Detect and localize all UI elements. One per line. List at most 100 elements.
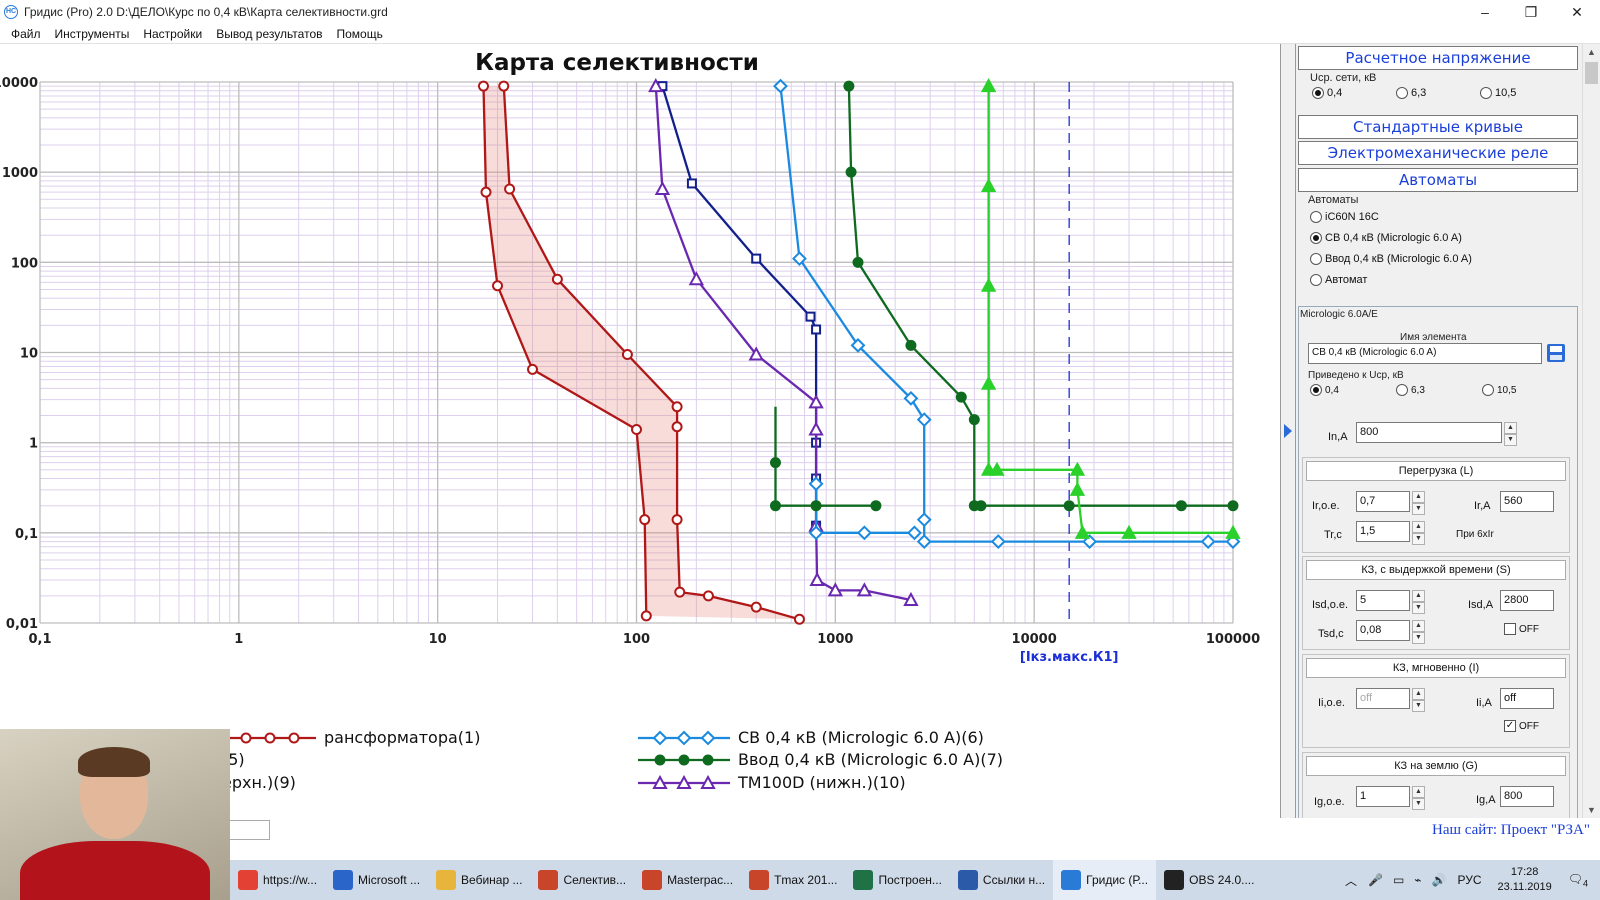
y-tick-label: 100 — [11, 256, 38, 271]
bottom-input[interactable] — [225, 820, 270, 840]
menu-file[interactable]: Файл — [4, 27, 48, 41]
ig-oe-spinner[interactable]: ▲ ▼ — [1412, 786, 1425, 810]
breaker-radio-sv[interactable]: СВ 0,4 кВ (Micrologic 6.0 A) — [1310, 232, 1462, 244]
breaker-radio-vvod[interactable]: Ввод 0,4 кВ (Micrologic 6.0 A) — [1310, 253, 1472, 265]
legend-item: Ввод 0,4 кВ (Micrologic 6.0 A)(7) — [636, 750, 1003, 769]
menu-help[interactable]: Помощь — [330, 27, 390, 41]
isd-a-input[interactable]: 2800 — [1500, 590, 1554, 611]
voltage-radio-0.4[interactable]: 0,4 — [1312, 87, 1342, 99]
radio-dot — [1312, 87, 1324, 99]
voltage-radio-6.3[interactable]: 6,3 — [1396, 87, 1426, 99]
menu-settings[interactable]: Настройки — [136, 27, 209, 41]
taskbar-item[interactable]: Tmax 201... — [741, 860, 845, 900]
tsd-off-checkbox[interactable]: OFF — [1504, 623, 1539, 635]
taskbar-item[interactable]: https://w... — [230, 860, 325, 900]
scroll-down-icon[interactable]: ▼ — [1583, 802, 1600, 818]
breakers-button[interactable]: Автоматы — [1298, 168, 1578, 192]
selectivity-chart[interactable]: Карта селективности0,1 1 10 100 1000 10000 100… — [0, 44, 1280, 734]
ir-a-label: Ir,A — [1474, 500, 1491, 512]
language-indicator[interactable]: РУС — [1457, 873, 1481, 887]
scroll-thumb[interactable] — [1585, 62, 1598, 84]
settings-panel: Расчетное напряжение Uср. сети, кВ 0,4 6… — [1296, 44, 1582, 818]
checkbox-box — [1504, 623, 1516, 635]
reduced-radio-10.5[interactable]: 10,5 — [1482, 384, 1516, 396]
taskbar-item[interactable]: Ссылки н... — [950, 860, 1053, 900]
taskbar-item[interactable]: Вебинар ... — [428, 860, 530, 900]
ig-oe-input[interactable]: 1 — [1356, 786, 1410, 807]
series-point — [769, 500, 781, 512]
expand-arrow-icon[interactable] — [1284, 424, 1292, 438]
taskbar-item[interactable]: Построен... — [845, 860, 949, 900]
standard-curves-button[interactable]: Стандартные кривые — [1298, 115, 1578, 139]
ig-a-input[interactable]: 800 — [1500, 786, 1554, 807]
ii-oe-spinner[interactable]: ▲ ▼ — [1412, 688, 1425, 712]
voltage-header-button[interactable]: Расчетное напряжение — [1298, 46, 1578, 70]
tsd-input[interactable]: 0,08 — [1356, 620, 1410, 641]
series-point — [975, 500, 987, 512]
panel-splitter[interactable] — [1280, 44, 1296, 818]
microphone-icon[interactable]: 🎤 — [1368, 873, 1383, 887]
breaker-radio-ic60n[interactable]: iC60N 16C — [1310, 211, 1379, 223]
taskbar-item[interactable]: Селектив... — [530, 860, 634, 900]
taskbar-item[interactable]: Microsoft ... — [325, 860, 428, 900]
isd-oe-spinner[interactable]: ▲ ▼ — [1412, 590, 1425, 614]
relays-button[interactable]: Электромеханические реле — [1298, 141, 1578, 165]
presenter-hair — [78, 747, 150, 777]
taskbar-item[interactable]: Гридис (Р... — [1053, 860, 1157, 900]
close-button[interactable]: ✕ — [1554, 0, 1600, 24]
menu-tools[interactable]: Инструменты — [48, 27, 137, 41]
chevron-up-icon[interactable]: ︿ — [1345, 872, 1357, 889]
series-point — [551, 273, 563, 285]
in-input[interactable]: 800 — [1356, 422, 1502, 443]
webcam-overlay — [0, 729, 230, 900]
radio-label: 6,3 — [1411, 384, 1425, 396]
checkbox-box: ✓ — [1504, 720, 1516, 732]
menu-output[interactable]: Вывод результатов — [209, 27, 329, 41]
taskbar-item-label: Ссылки н... — [982, 873, 1046, 887]
series-point — [905, 339, 917, 351]
taskbar-item-label: Построен... — [878, 873, 942, 887]
ir-a-input[interactable]: 560 — [1500, 491, 1554, 512]
x-tick-label: 1000 — [817, 632, 853, 647]
tsd-spinner[interactable]: ▲ ▼ — [1412, 620, 1425, 644]
series-point — [811, 324, 822, 335]
breaker-radio-avtomat[interactable]: Автомат — [1310, 274, 1367, 286]
clock[interactable]: 17:28 23.11.2019 — [1498, 865, 1552, 895]
battery-icon[interactable]: ▭ — [1393, 873, 1404, 887]
tr-label: Tr,c — [1324, 529, 1342, 541]
radio-label: 0,4 — [1325, 384, 1339, 396]
series-point — [671, 421, 683, 433]
network-icon[interactable]: ⌁ — [1414, 873, 1421, 887]
volume-icon[interactable]: 🔊 — [1432, 873, 1447, 887]
series-point — [769, 457, 781, 469]
tr-input[interactable]: 1,5 — [1356, 521, 1410, 542]
radio-dot — [1310, 274, 1322, 286]
panel-scrollbar[interactable]: ▲ ▼ — [1582, 44, 1600, 818]
reduced-radio-6.3[interactable]: 6,3 — [1396, 384, 1425, 396]
ii-a-input[interactable]: off — [1500, 688, 1554, 709]
save-icon[interactable] — [1546, 343, 1566, 363]
taskbar-item[interactable]: OBS 24.0.... — [1156, 860, 1262, 900]
voltage-radio-10.5[interactable]: 10,5 — [1480, 87, 1516, 99]
x-tick-label: 10 — [429, 632, 447, 647]
reduced-radio-0.4[interactable]: 0,4 — [1310, 384, 1339, 396]
reduced-voltage-label: Приведено к Uср, кВ — [1308, 370, 1404, 381]
in-spinner[interactable]: ▲ ▼ — [1504, 422, 1517, 446]
minimize-button[interactable]: – — [1462, 0, 1508, 24]
tr-spinner[interactable]: ▲ ▼ — [1412, 521, 1425, 545]
taskbar-item[interactable]: Masterpac... — [634, 860, 741, 900]
isd-oe-input[interactable]: 5 — [1356, 590, 1410, 611]
restore-button[interactable]: ❐ — [1508, 0, 1554, 24]
taskbar-item-label: Masterpac... — [667, 873, 734, 887]
ii-oe-input[interactable]: off — [1356, 688, 1410, 709]
notifications-icon[interactable]: 🗨4 — [1568, 872, 1588, 888]
window-title: Гридис (Pro) 2.0 D:\ДЕЛО\Курс по 0,4 кВ\… — [24, 5, 388, 19]
y-tick-label: 1 — [29, 437, 38, 452]
ir-oe-input[interactable]: 0,7 — [1356, 491, 1410, 512]
series-point — [498, 80, 510, 92]
site-link[interactable]: Наш сайт: Проект "РЗА" — [1432, 822, 1590, 839]
ii-off-checkbox[interactable]: ✓ OFF — [1504, 720, 1539, 732]
scroll-up-icon[interactable]: ▲ — [1583, 44, 1600, 60]
ir-oe-spinner[interactable]: ▲ ▼ — [1412, 491, 1425, 515]
element-name-input[interactable]: СВ 0,4 кВ (Micrologic 6.0 A) — [1308, 343, 1542, 364]
